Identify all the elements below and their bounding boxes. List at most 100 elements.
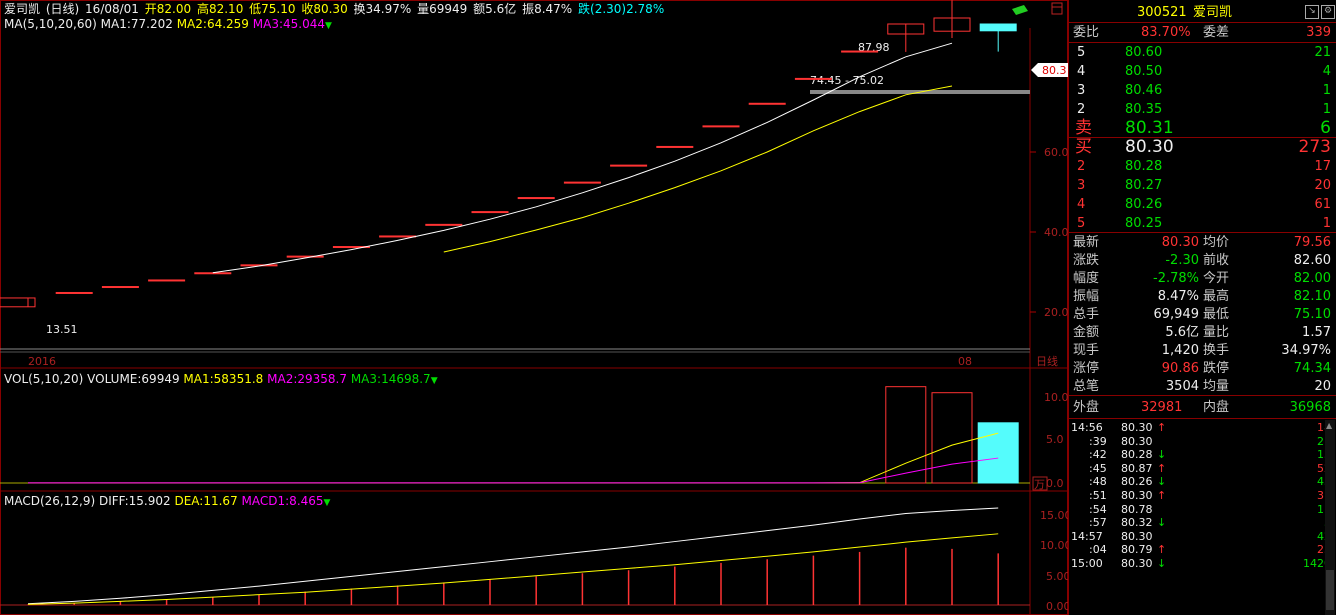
tick-direction-icon: ↑: [1157, 543, 1167, 557]
candle: [0, 297, 36, 308]
buy-level-2[interactable]: 2 80.28 17: [1069, 157, 1336, 176]
volume-bar: [885, 386, 927, 484]
buy-level-4[interactable]: 4 80.26 61: [1069, 195, 1336, 214]
macd-dropdown-icon[interactable]: ▼: [324, 498, 331, 508]
order-price: 80.28: [1125, 159, 1163, 174]
stat-label: 金额: [1073, 325, 1100, 340]
stat-value: 90.86: [1161, 361, 1199, 376]
stat-row: 总手 69,949 最低 75.10: [1069, 305, 1336, 324]
sell-level-4[interactable]: 4 80.50 4: [1069, 62, 1336, 81]
stat-value: 8.47%: [1157, 289, 1199, 304]
stock-code: 300521: [1137, 5, 1187, 20]
macd-axis: 15.00 10.00 5.00 0.00: [1040, 509, 1068, 613]
buy-level-5[interactable]: 5 80.25 1: [1069, 214, 1336, 233]
diff-line: [27, 507, 999, 605]
settings-icon[interactable]: ⚙: [1321, 5, 1335, 19]
chart-area[interactable]: 60.0 40.0 20.0 80.3 10.0 5.0 0.0 万 15.00…: [0, 0, 1068, 615]
sell-level-5[interactable]: 5 80.60 21: [1069, 43, 1336, 62]
order-price: 80.27: [1125, 178, 1163, 193]
vol-dropdown-icon[interactable]: ▼: [431, 376, 438, 386]
stat-row: 金额 5.6亿 量比 1.57: [1069, 323, 1336, 342]
turnover-value: 换34.97%: [353, 2, 412, 16]
stat-value: 80.30: [1161, 235, 1199, 250]
stat-value: 3504: [1165, 379, 1199, 394]
sell-level-2[interactable]: 2 80.35 1: [1069, 100, 1336, 119]
time-axis: 2016 08 日线: [28, 354, 1058, 368]
stat-label: 今开: [1203, 271, 1230, 286]
ma2-value: MA2:64.259: [176, 17, 249, 31]
stat-row: 最新 80.30 均价 79.56: [1069, 233, 1336, 252]
stat-label: 最新: [1073, 235, 1100, 250]
volume-value: 量69949: [417, 2, 468, 16]
candle: [748, 102, 786, 105]
ma-dropdown-icon[interactable]: ▼: [325, 21, 332, 31]
sell-level-1[interactable]: 卖 80.31 6: [1069, 119, 1336, 138]
stat-label: 换手: [1203, 343, 1230, 358]
stat-label: 涨跌: [1073, 253, 1100, 268]
tick-price: 80.30: [1121, 421, 1153, 434]
order-volume: 6: [1320, 118, 1331, 138]
tick-direction-icon: ↓: [1157, 516, 1167, 530]
order-volume: 1: [1322, 102, 1331, 117]
tick-row[interactable]: 14:56 80.30 ↑ 18: [1069, 421, 1331, 434]
tick-row[interactable]: :5780.32↓5: [1069, 516, 1331, 529]
candle: [425, 223, 463, 226]
flag-icon[interactable]: [1012, 5, 1028, 15]
tick-price: 80.30: [1121, 489, 1153, 502]
buy-level-3[interactable]: 3 80.27 20: [1069, 176, 1336, 195]
vol-legend: VOL(5,10,20) VOLUME:69949 MA1:58351.8 MA…: [4, 372, 438, 388]
tick-time: :48: [1089, 475, 1107, 489]
amplitude-value: 振8.47%: [522, 2, 573, 16]
ma-legend: MA(5,10,20,60) MA1:77.202 MA2:64.259 MA3…: [4, 17, 332, 33]
stock-name-header: 爱司凯: [1193, 5, 1233, 20]
ma1-value: MA1:77.202: [100, 17, 173, 31]
tick-time: :42: [1089, 448, 1107, 462]
window-toggle-icon[interactable]: [1051, 2, 1063, 15]
tick-row[interactable]: :45 80.87 ↑ 52: [1069, 462, 1331, 475]
sell-level-3[interactable]: 3 80.46 1: [1069, 81, 1336, 100]
tick-row[interactable]: :54 80.78 11: [1069, 503, 1331, 516]
tick-row[interactable]: :04 80.79 ↑ 25: [1069, 543, 1331, 556]
price-axis: 60.0 40.0 20.0: [1030, 146, 1068, 319]
stat-value: 34.97%: [1281, 343, 1331, 358]
stat-value: 1,420: [1161, 343, 1199, 358]
tick-row[interactable]: :42 80.28 ↓ 15: [1069, 448, 1331, 461]
tick-row[interactable]: :51 80.30 ↑ 31: [1069, 489, 1331, 502]
expand-icon[interactable]: ↘: [1305, 5, 1319, 19]
tick-price: 80.28: [1121, 448, 1153, 462]
date: 16/08/01: [85, 2, 139, 16]
ma2-line: [443, 85, 953, 253]
tick-scrollbar[interactable]: ▲: [1325, 420, 1335, 615]
price-tick-20: 20.0: [1044, 306, 1068, 319]
tick-time: 14:56: [1071, 421, 1103, 434]
stat-label: 前收: [1203, 253, 1230, 268]
tick-row[interactable]: 15:00 80.30 ↓ 1420: [1069, 557, 1331, 570]
scroll-up-icon[interactable]: ▲: [1326, 422, 1334, 430]
tick-direction-icon: ↓: [1157, 557, 1167, 570]
order-level: 5: [1077, 216, 1086, 231]
macd-plot: [0, 507, 1030, 606]
time-label-2016: 2016: [28, 355, 56, 368]
buy-level-1[interactable]: 买 80.30 273: [1069, 138, 1336, 157]
order-level: 2: [1077, 159, 1086, 174]
tick-row[interactable]: 14:57 80.30 42: [1069, 530, 1331, 543]
stat-value: 20: [1314, 379, 1331, 394]
order-price: 80.26: [1125, 197, 1163, 212]
volume-value: VOLUME:69949: [87, 372, 180, 386]
tick-time: :45: [1089, 461, 1107, 475]
tick-time: :51: [1089, 489, 1107, 502]
ma3-value: MA3:45.044: [252, 17, 325, 31]
order-price: 80.35: [1125, 102, 1163, 117]
tick-row[interactable]: :48 80.26 ↓ 43: [1069, 475, 1331, 488]
candle: [379, 235, 417, 238]
period-tag: 日线: [1036, 354, 1058, 368]
candle: [286, 255, 324, 258]
tick-price: 80.87: [1121, 461, 1153, 475]
order-level: 5: [1077, 45, 1086, 60]
scroll-thumb[interactable]: [1326, 570, 1334, 610]
candle: [517, 197, 555, 200]
stat-value: -2.78%: [1153, 271, 1199, 286]
tick-row[interactable]: :39 80.30 21: [1069, 435, 1331, 448]
stat-row: 涨跌 -2.30 前收 82.60: [1069, 251, 1336, 270]
stat-value: 75.10: [1293, 307, 1331, 322]
